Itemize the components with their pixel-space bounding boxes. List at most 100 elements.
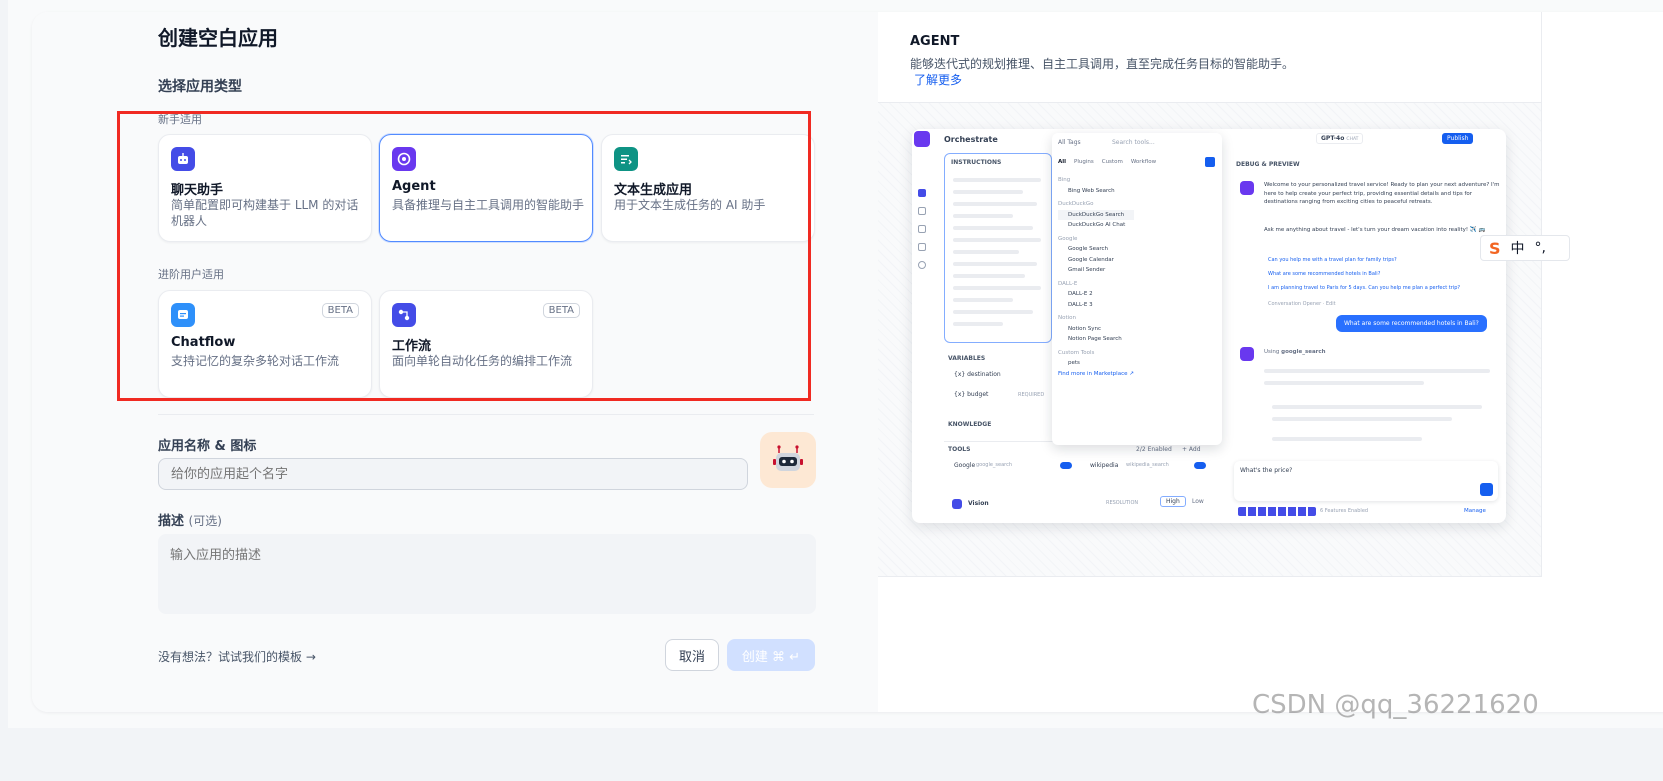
high-option: High (1160, 496, 1186, 507)
learn-more-link[interactable]: 了解更多 (914, 71, 962, 88)
using-tool: google_search (1281, 349, 1326, 355)
preview-background: Orchestrate INSTRUCTIONS VARIABLES {x} d… (878, 102, 1541, 577)
user-message: What are some recommended hotels in Bali… (1336, 315, 1487, 332)
filter-tabs: All Plugins Custom Workflow (1058, 159, 1156, 165)
send-icon (1480, 483, 1493, 496)
agent-preview-image: Orchestrate INSTRUCTIONS VARIABLES {x} d… (912, 129, 1506, 523)
tool-google-sub: google_search (976, 462, 1013, 468)
tool-item: Google Calendar (1068, 256, 1114, 263)
nav-icon (918, 225, 926, 233)
tool-item: DuckDuckGo AI Chat (1068, 222, 1126, 228)
try-templates-link[interactable]: 没有想法？试试我们的模板 → (158, 648, 316, 665)
model-tag: CHAT (1346, 137, 1359, 142)
resolution-label: RESOLUTION (1106, 500, 1139, 506)
preview-type-description: 能够迭代式的规划推理、自主工具调用，直至完成任务目标的智能助手。 (910, 57, 1295, 71)
tool-item: pets (1068, 360, 1080, 366)
publish-button: Publish (1442, 133, 1474, 144)
model-name: GPT-4o (1321, 135, 1345, 142)
tool-wikipedia-sub: wikipedia_search (1126, 462, 1169, 468)
tool-item: Notion Page Search (1068, 336, 1122, 342)
app-name-label: 应用名称 & 图标 (158, 439, 257, 454)
sogou-logo-icon: S (1489, 238, 1501, 258)
conversation-opener: Conversation Opener · Edit (1268, 301, 1336, 307)
nav-icon (918, 261, 926, 269)
highlight-annotation-box (117, 111, 811, 401)
search-tools-input: Search tools... (1112, 139, 1155, 146)
variables-label: VARIABLES (948, 355, 986, 362)
preview-type-title: AGENT (910, 34, 960, 49)
tool-group-label: DuckDuckGo (1058, 201, 1094, 207)
tool-group-label: Google (1058, 235, 1078, 242)
variable-budget: {x} budget (954, 391, 989, 398)
toggle-on-icon (1060, 462, 1072, 469)
robot-icon (773, 445, 803, 471)
toggle-on-icon (1194, 462, 1206, 469)
watermark: CSDN @qq_36221620 (1252, 690, 1539, 720)
knowledge-label: KNOWLEDGE (948, 421, 992, 428)
page-title: 创建空白应用 (158, 26, 278, 50)
tool-group-label: DALL-E (1058, 280, 1078, 287)
page-background: 创建空白应用 选择应用类型 新手适用 聊天助手 简单配置即可构建基于 LLM 的… (8, 0, 1663, 728)
orchestrate-title: Orchestrate (944, 135, 998, 144)
manage-link: Manage (1464, 508, 1486, 514)
tool-group-label: Bing (1058, 177, 1071, 183)
vision-icon (952, 499, 962, 509)
description-textarea[interactable] (158, 534, 816, 614)
ime-toolbar[interactable]: S 中 °, (1480, 235, 1570, 261)
filter-tab: Custom (1101, 159, 1123, 165)
optional-hint: (可选) (188, 514, 222, 528)
marketplace-link: Find more in Marketplace ↗ (1058, 370, 1134, 377)
tool-usage: Using google_search (1264, 349, 1326, 355)
type-preview-panel: AGENT 能够迭代式的规划推理、自主工具调用，直至完成任务目标的智能助手。 了… (878, 12, 1663, 712)
welcome-message: Welcome to your personalized travel serv… (1264, 182, 1500, 205)
tool-item: DALL-E 2 (1068, 291, 1093, 297)
filter-tab: All (1058, 159, 1067, 165)
debug-preview-label: DEBUG & PREVIEW (1236, 161, 1300, 168)
nav-icon (918, 207, 926, 215)
select-type-label: 选择应用类型 (158, 79, 242, 95)
add-tool-button: + Add (1182, 446, 1201, 453)
low-option: Low (1192, 498, 1204, 505)
tool-google: Google (954, 462, 976, 469)
tools-enabled-count: 2/2 Enabled (1136, 446, 1172, 453)
instructions-label: INSTRUCTIONS (951, 159, 1002, 166)
tool-wikipedia: wikipedia (1090, 462, 1119, 469)
variable-destination: {x} destination (954, 371, 1001, 378)
panel-divider (1541, 12, 1542, 577)
tool-item: Notion Sync (1068, 325, 1102, 332)
chat-input-text: What's the price? (1240, 467, 1293, 474)
tool-picker-dropdown: All Tags Search tools... All Plugins Cus… (1052, 133, 1222, 445)
ime-language-toggle[interactable]: 中 (1511, 238, 1525, 258)
feature-icons (1238, 507, 1316, 516)
tool-item: DuckDuckGo Search (1058, 209, 1134, 220)
vision-label: Vision (968, 500, 989, 507)
nav-icon (918, 189, 926, 197)
tool-item: Google Search (1068, 246, 1109, 252)
create-app-dialog: 创建空白应用 选择应用类型 新手适用 聊天助手 简单配置即可构建基于 LLM 的… (32, 12, 1663, 712)
using-label: Using (1264, 349, 1280, 355)
suggestion-item: I am planning travel to Paris for 5 days… (1268, 285, 1461, 291)
chat-input-box: What's the price? (1234, 461, 1498, 501)
tool-group-label: Notion (1058, 315, 1077, 321)
tool-item: DALL-E 3 (1068, 301, 1093, 308)
app-name-input[interactable] (158, 458, 748, 490)
features-enabled: 6 Features Enabled (1320, 508, 1369, 514)
description-label: 描述 (可选) (158, 510, 222, 529)
tool-item: Gmail Sender (1068, 267, 1106, 273)
tool-list: Bing Bing Web Search DuckDuckGo DuckDuck… (1058, 175, 1134, 379)
bot-avatar-icon (1240, 181, 1254, 195)
all-tags-select: All Tags (1058, 139, 1081, 146)
ime-punctuation-toggle[interactable]: °, (1535, 240, 1546, 256)
filter-tab: Plugins (1074, 159, 1094, 165)
model-selector: GPT-4o CHAT (1316, 133, 1364, 144)
nav-icon (918, 243, 926, 251)
app-icon-picker[interactable] (760, 432, 816, 488)
add-icon (1205, 157, 1215, 167)
bot-avatar-icon (1240, 347, 1254, 361)
suggestion-item: What are some recommended hotels in Bali… (1268, 271, 1381, 277)
filter-tab: Workflow (1130, 159, 1157, 165)
create-button[interactable]: 创建 ⌘ ↵ (727, 639, 815, 671)
cancel-button[interactable]: 取消 (665, 639, 719, 671)
divider (158, 414, 814, 415)
required-tag: REQUIRED (1018, 392, 1045, 398)
